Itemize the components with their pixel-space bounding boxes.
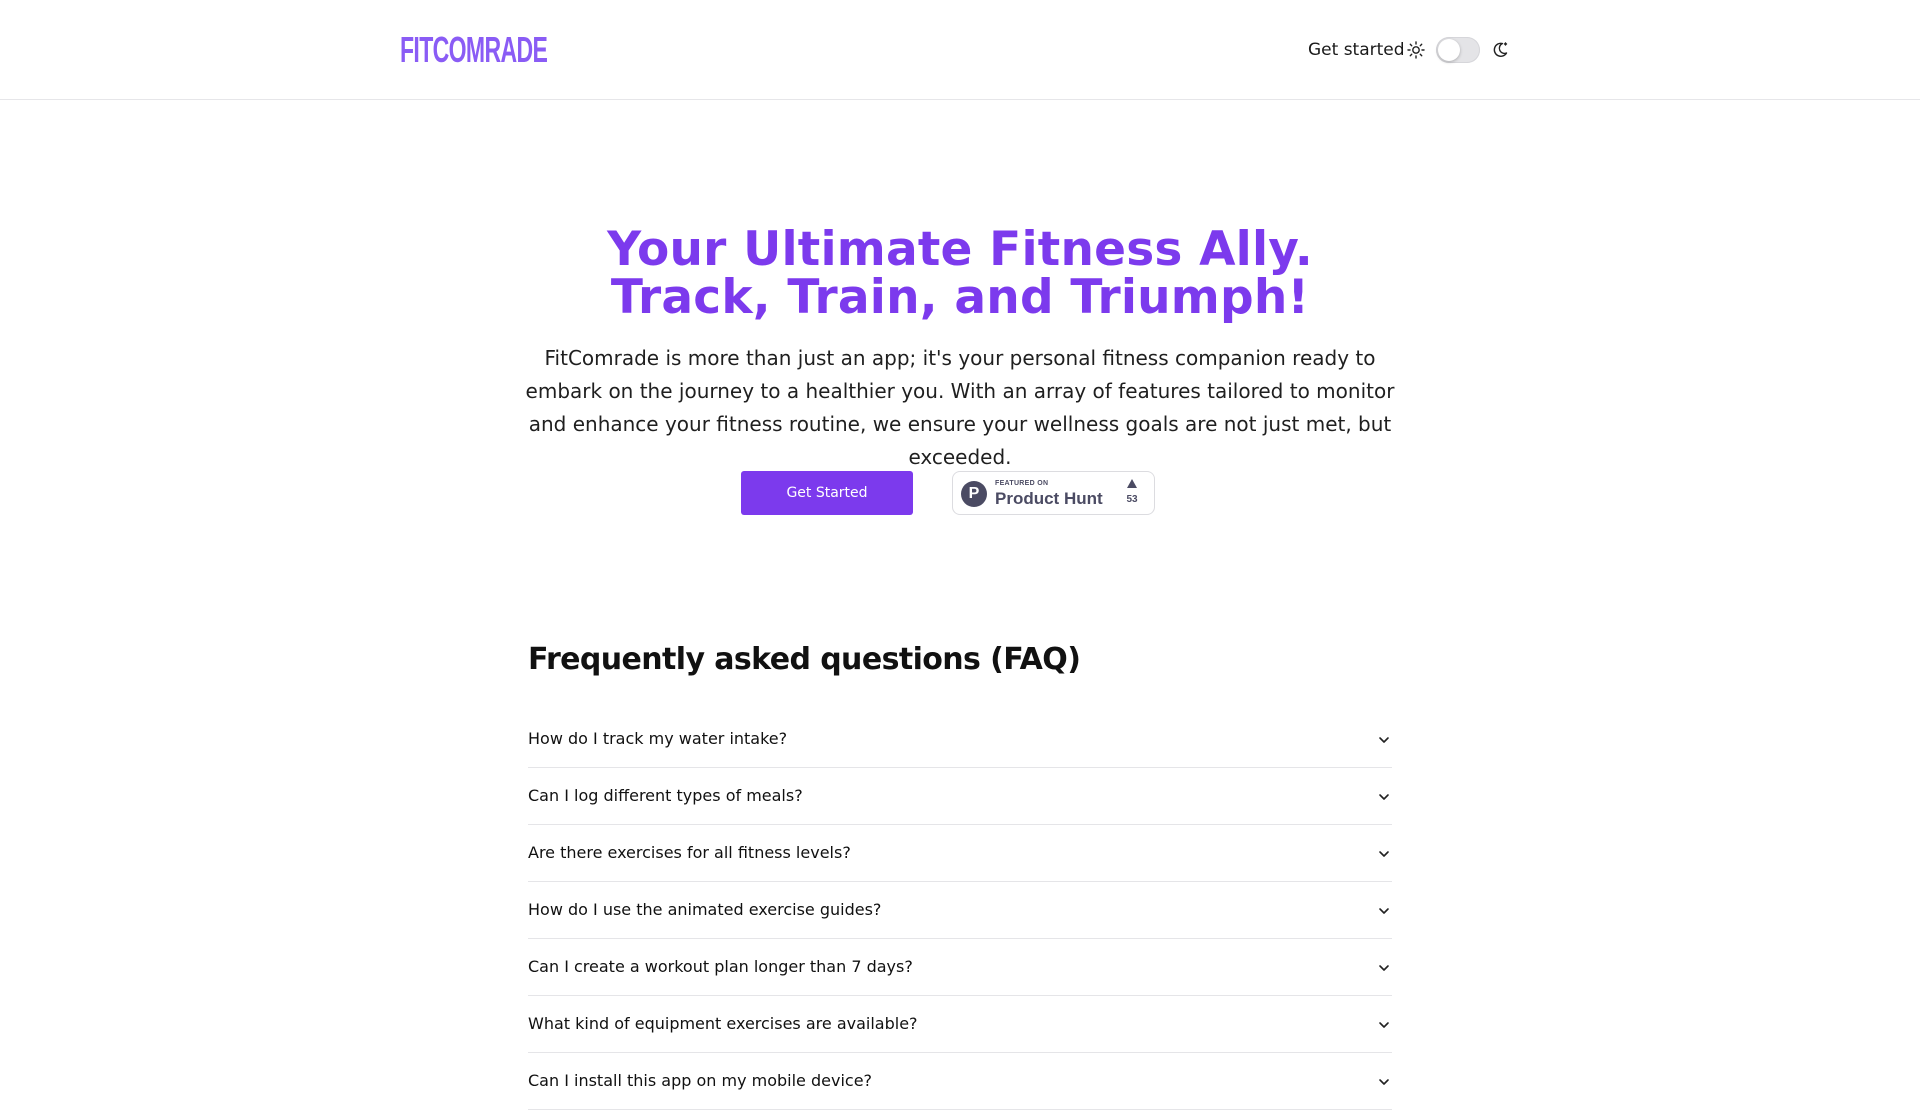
faq-title: Frequently asked questions (FAQ) (528, 642, 1081, 677)
faq-item[interactable]: How do I use the animated exercise guide… (528, 882, 1392, 939)
faq-item[interactable]: Can I log different types of meals? (528, 768, 1392, 825)
upvote-count: 53 (1126, 494, 1138, 505)
chevron-down-icon (1379, 737, 1389, 743)
chevron-down-icon (1379, 1079, 1389, 1085)
faq-item[interactable]: What kind of equipment exercises are ava… (528, 996, 1392, 1053)
logo[interactable]: FITCOMRADE (400, 28, 548, 72)
faq-question: How do I use the animated exercise guide… (528, 900, 882, 919)
faq-question: Are there exercises for all fitness leve… (528, 843, 851, 862)
chevron-down-icon (1379, 908, 1389, 914)
product-hunt-featured-label: FEATURED ON (995, 480, 1049, 487)
faq-list: How do I track my water intake? Can I lo… (528, 711, 1392, 1110)
faq-item[interactable]: Can I install this app on my mobile devi… (528, 1053, 1392, 1110)
chevron-down-icon (1379, 1022, 1389, 1028)
chevron-down-icon (1379, 965, 1389, 971)
moon-icon (1493, 42, 1508, 57)
nav-get-started-link[interactable]: Get started (1308, 36, 1405, 64)
faq-item[interactable]: How do I track my water intake? (528, 711, 1392, 768)
faq-item[interactable]: Are there exercises for all fitness leve… (528, 825, 1392, 882)
hero-title: Your Ultimate Fitness Ally. Track, Train… (460, 226, 1460, 322)
upvote-arrow-icon (1127, 479, 1137, 488)
hero-title-line-2: Track, Train, and Triumph! (610, 270, 1310, 325)
faq-question: Can I create a workout plan longer than … (528, 957, 913, 976)
product-hunt-logo-icon: P (961, 481, 987, 507)
hero-description: FitComrade is more than just an app; it'… (525, 346, 1395, 469)
faq-question: Can I log different types of meals? (528, 786, 803, 805)
faq-question: Can I install this app on my mobile devi… (528, 1071, 873, 1090)
site-header: FITCOMRADE Get started (0, 0, 1920, 100)
theme-toggle-knob (1438, 39, 1460, 61)
faq-item[interactable]: Can I create a workout plan longer than … (528, 939, 1392, 996)
hero-title-line-1: Your Ultimate Fitness Ally. (607, 222, 1313, 277)
chevron-down-icon (1379, 794, 1389, 800)
theme-toggle[interactable] (1436, 37, 1480, 63)
sun-icon (1407, 41, 1425, 59)
product-hunt-badge[interactable]: P FEATURED ON Product Hunt 53 (952, 471, 1155, 515)
chevron-down-icon (1379, 851, 1389, 857)
product-hunt-name: Product Hunt (995, 489, 1103, 508)
faq-question: How do I track my water intake? (528, 729, 788, 748)
get-started-button[interactable]: Get Started (741, 471, 913, 515)
faq-question: What kind of equipment exercises are ava… (528, 1014, 918, 1033)
